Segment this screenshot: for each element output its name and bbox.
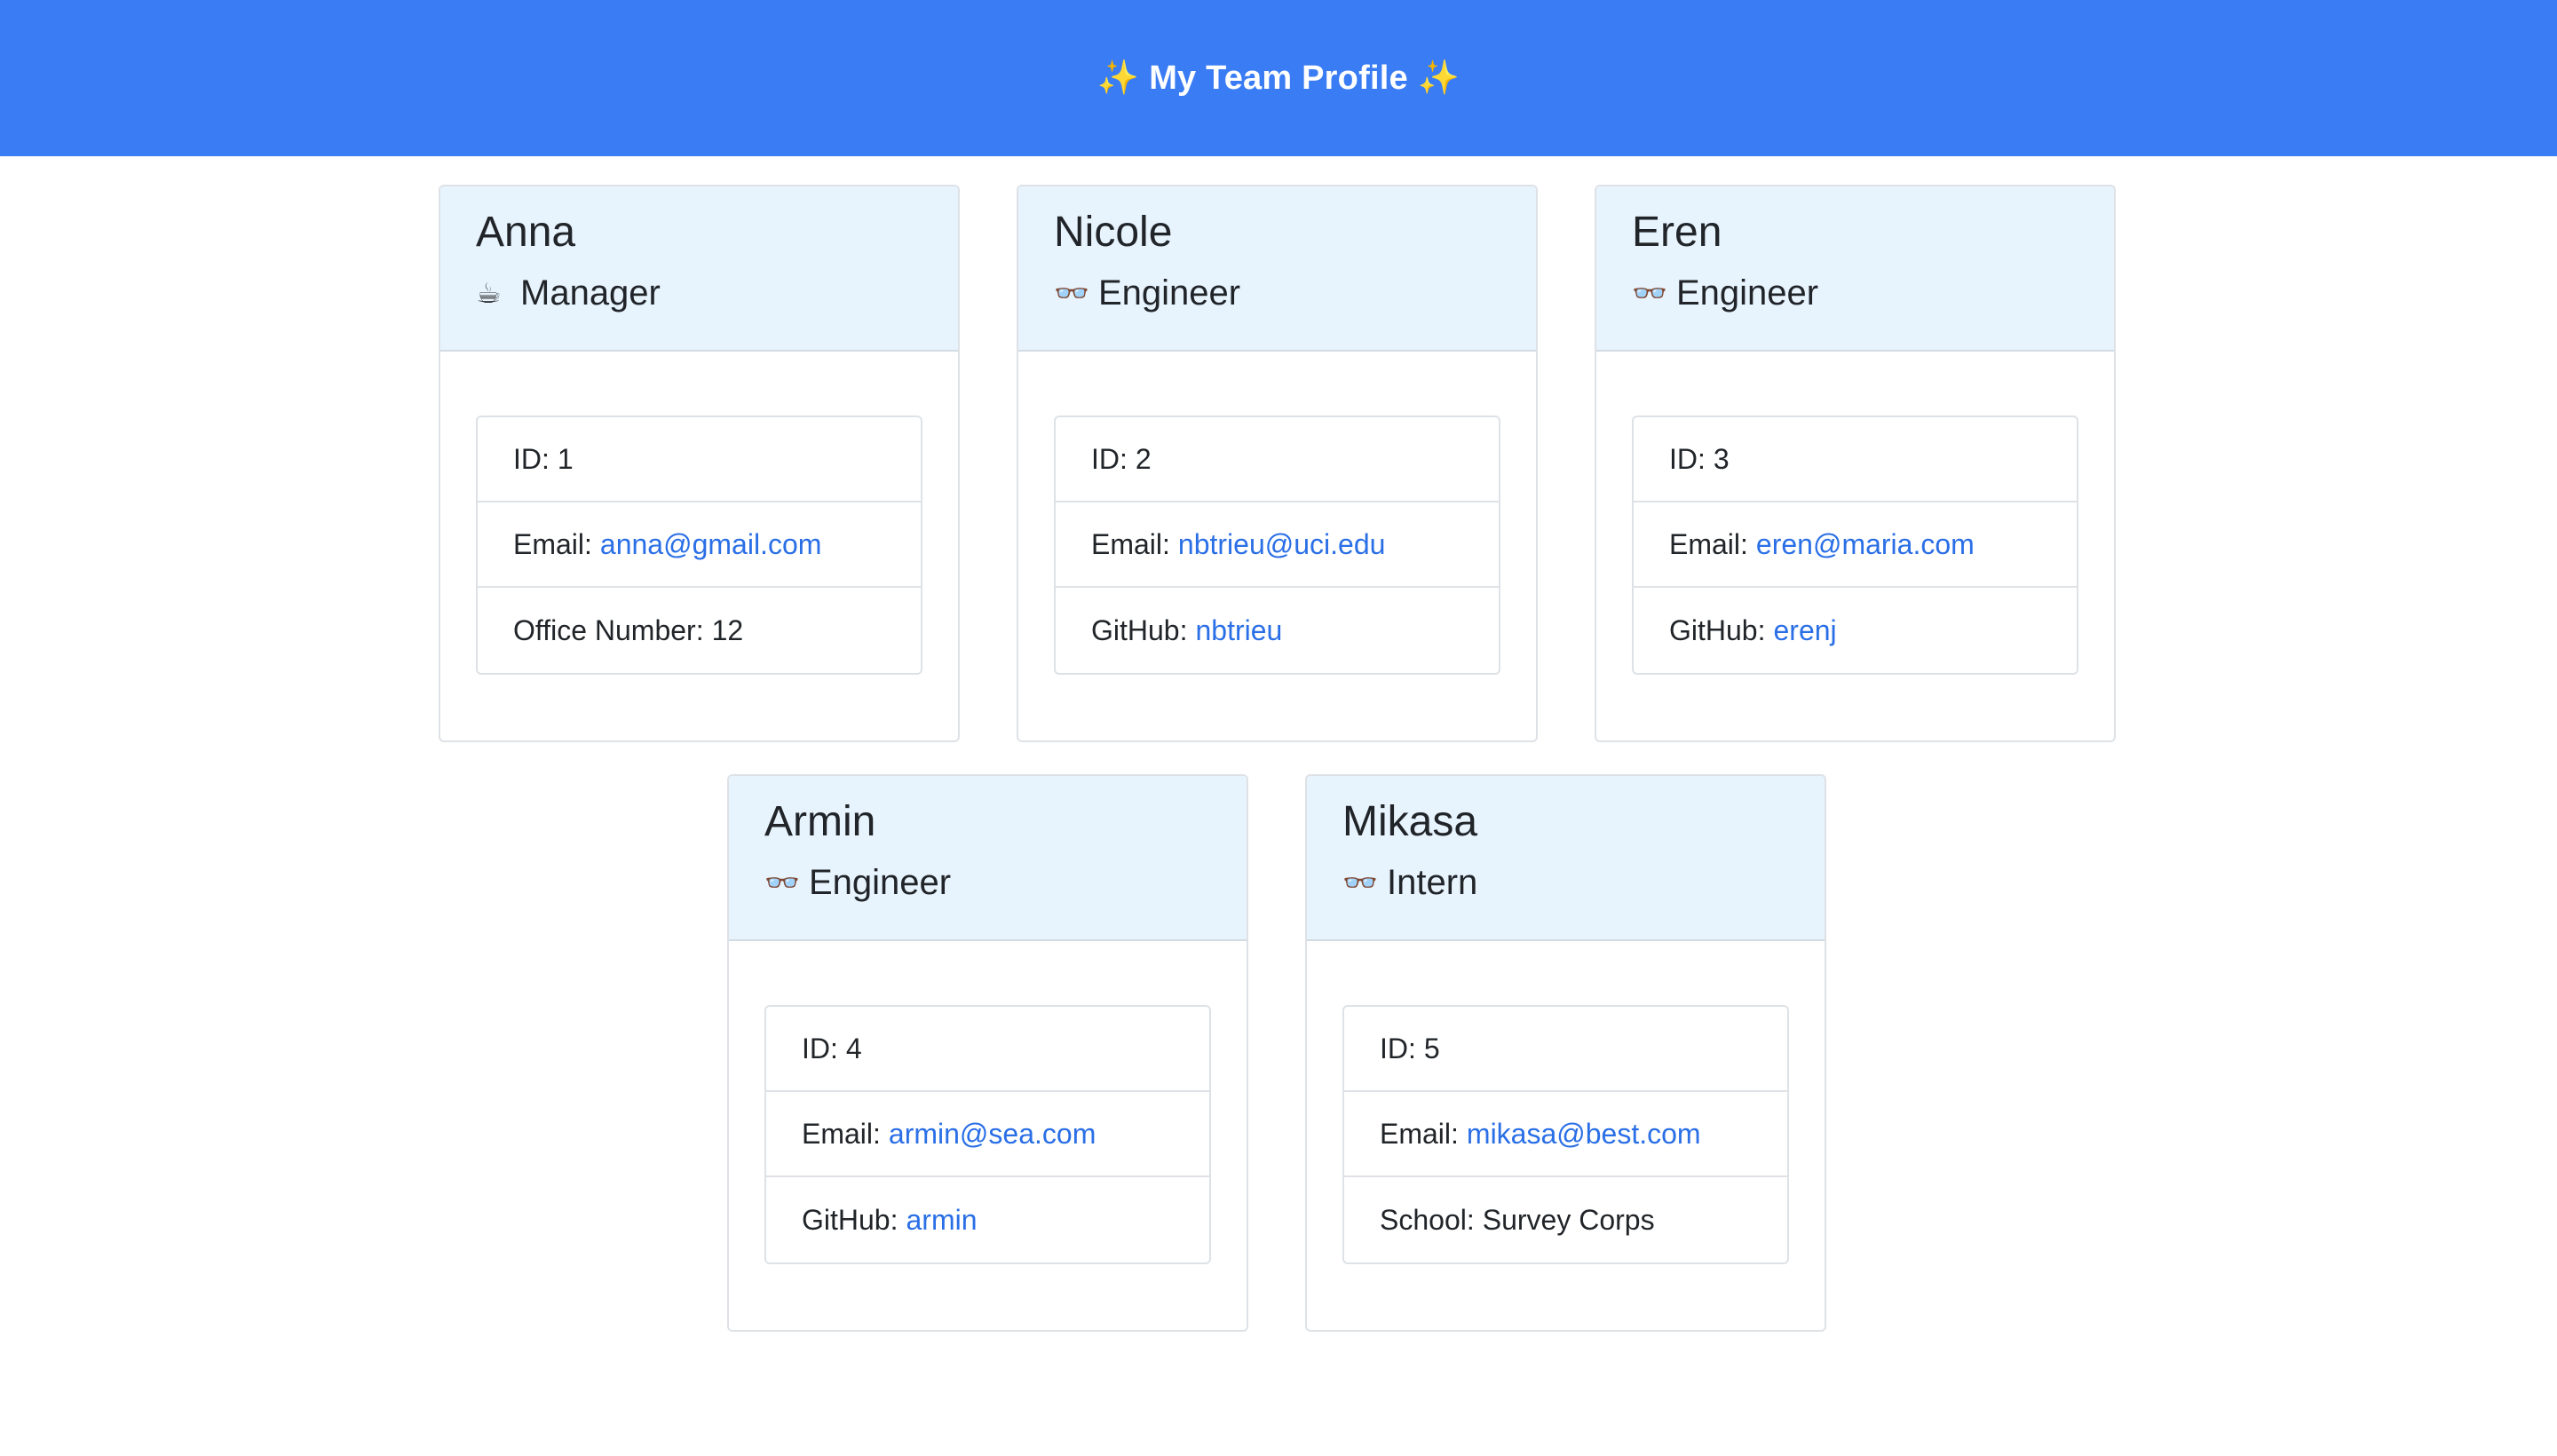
employee-name: Anna [476,209,576,256]
github-link[interactable]: armin [906,1204,977,1237]
page-title: ✨ My Team Profile ✨ [1097,59,1460,98]
employee-name: Nicole [1054,209,1173,256]
id-value: 1 [557,442,574,475]
card-header: Anna ☕ Manager [440,186,958,352]
role-label: Intern [1387,863,1478,902]
employee-card: Nicole 👓 Engineer ID: 2 Email: nbtrieu@u… [1017,185,1538,742]
school-value: Survey Corps [1482,1203,1655,1236]
glasses-icon: 👓 [1054,276,1089,310]
employee-role: 👓 Engineer [1632,272,2078,314]
info-list: ID: 2 Email: nbtrieu@uci.edu GitHub: nbt… [1054,415,1500,675]
id-value: 3 [1713,442,1730,475]
email-label: Email: [1091,527,1170,560]
school-label: School: [1380,1203,1475,1236]
email-link[interactable]: armin@sea.com [889,1118,1096,1151]
email-link[interactable]: mikasa@best.com [1467,1118,1701,1151]
employee-role: 👓 Engineer [764,861,1211,904]
employee-card: Anna ☕ Manager ID: 1 Email: anna@gmail.c… [439,185,960,742]
id-label: ID: [802,1032,838,1064]
info-list: ID: 1 Email: anna@gmail.com Office Numbe… [476,415,922,675]
email-link[interactable]: nbtrieu@uci.edu [1178,528,1386,561]
employee-card: Armin 👓 Engineer ID: 4 Email: armin@sea.… [727,774,1248,1332]
github-link[interactable]: nbtrieu [1195,614,1282,647]
email-label: Email: [1380,1117,1459,1150]
card-header: Nicole 👓 Engineer [1018,186,1536,352]
office-number-row: Office Number: 12 [478,588,921,673]
github-link[interactable]: erenj [1773,614,1836,647]
employee-role: ☕ Manager [476,272,922,314]
page-header: ✨ My Team Profile ✨ [0,0,2557,156]
info-list: ID: 5 Email: mikasa@best.com School: Sur… [1342,1005,1789,1264]
page-title-text: My Team Profile [1149,59,1408,97]
github-label: GitHub: [1091,613,1188,646]
id-row: ID: 1 [478,417,921,502]
email-link[interactable]: eren@maria.com [1756,528,1975,561]
card-body: ID: 5 Email: mikasa@best.com School: Sur… [1307,941,1825,1264]
info-list: ID: 3 Email: eren@maria.com GitHub: eren… [1632,415,2078,675]
card-body: ID: 1 Email: anna@gmail.com Office Numbe… [440,352,958,675]
card-header: Mikasa 👓 Intern [1307,776,1825,941]
email-label: Email: [802,1117,881,1150]
employee-card: Eren 👓 Engineer ID: 3 Email: eren@maria.… [1595,185,2116,742]
id-row: ID: 4 [766,1007,1209,1092]
github-label: GitHub: [1669,613,1766,646]
email-row: Email: eren@maria.com [1634,502,2077,588]
email-row: Email: armin@sea.com [766,1092,1209,1177]
card-header: Armin 👓 Engineer [729,776,1247,941]
id-value: 5 [1423,1032,1440,1064]
id-row: ID: 3 [1634,417,2077,502]
github-row: GitHub: nbtrieu [1056,588,1499,673]
github-label: GitHub: [802,1203,899,1236]
card-body: ID: 2 Email: nbtrieu@uci.edu GitHub: nbt… [1018,352,1536,675]
role-label: Engineer [1098,273,1241,313]
card-body: ID: 3 Email: eren@maria.com GitHub: eren… [1596,352,2114,675]
id-label: ID: [513,442,550,475]
github-row: GitHub: armin [766,1177,1209,1262]
sparkle-icon: ✨ [1417,59,1461,97]
school-row: School: Survey Corps [1344,1177,1787,1262]
glasses-icon: 👓 [1342,866,1378,899]
office-number-value: 12 [711,613,744,646]
card-body: ID: 4 Email: armin@sea.com GitHub: armin [729,941,1247,1264]
email-label: Email: [1669,527,1748,560]
email-row: Email: mikasa@best.com [1344,1092,1787,1177]
id-label: ID: [1669,442,1706,475]
id-value: 2 [1135,442,1152,475]
office-number-label: Office Number: [513,613,704,646]
github-row: GitHub: erenj [1634,588,2077,673]
id-row: ID: 2 [1056,417,1499,502]
role-label: Engineer [1676,273,1819,313]
employee-role: 👓 Engineer [1054,272,1500,314]
email-row: Email: anna@gmail.com [478,502,921,588]
sparkle-icon: ✨ [1096,59,1140,97]
email-row: Email: nbtrieu@uci.edu [1056,502,1499,588]
employee-name: Armin [764,798,876,845]
id-row: ID: 5 [1344,1007,1787,1092]
email-label: Email: [513,527,592,560]
employee-role: 👓 Intern [1342,861,1789,904]
glasses-icon: 👓 [1632,276,1667,310]
id-label: ID: [1380,1032,1416,1064]
id-value: 4 [845,1032,862,1064]
info-list: ID: 4 Email: armin@sea.com GitHub: armin [764,1005,1211,1264]
employee-name: Eren [1632,209,1722,256]
role-label: Manager [520,273,661,313]
id-label: ID: [1091,442,1128,475]
card-header: Eren 👓 Engineer [1596,186,2114,352]
email-link[interactable]: anna@gmail.com [600,528,821,561]
employee-card: Mikasa 👓 Intern ID: 5 Email: mikasa@best… [1305,774,1826,1332]
glasses-icon: 👓 [764,866,800,899]
employee-name: Mikasa [1342,798,1478,845]
coffee-icon: ☕ [476,276,502,310]
role-label: Engineer [809,863,952,902]
